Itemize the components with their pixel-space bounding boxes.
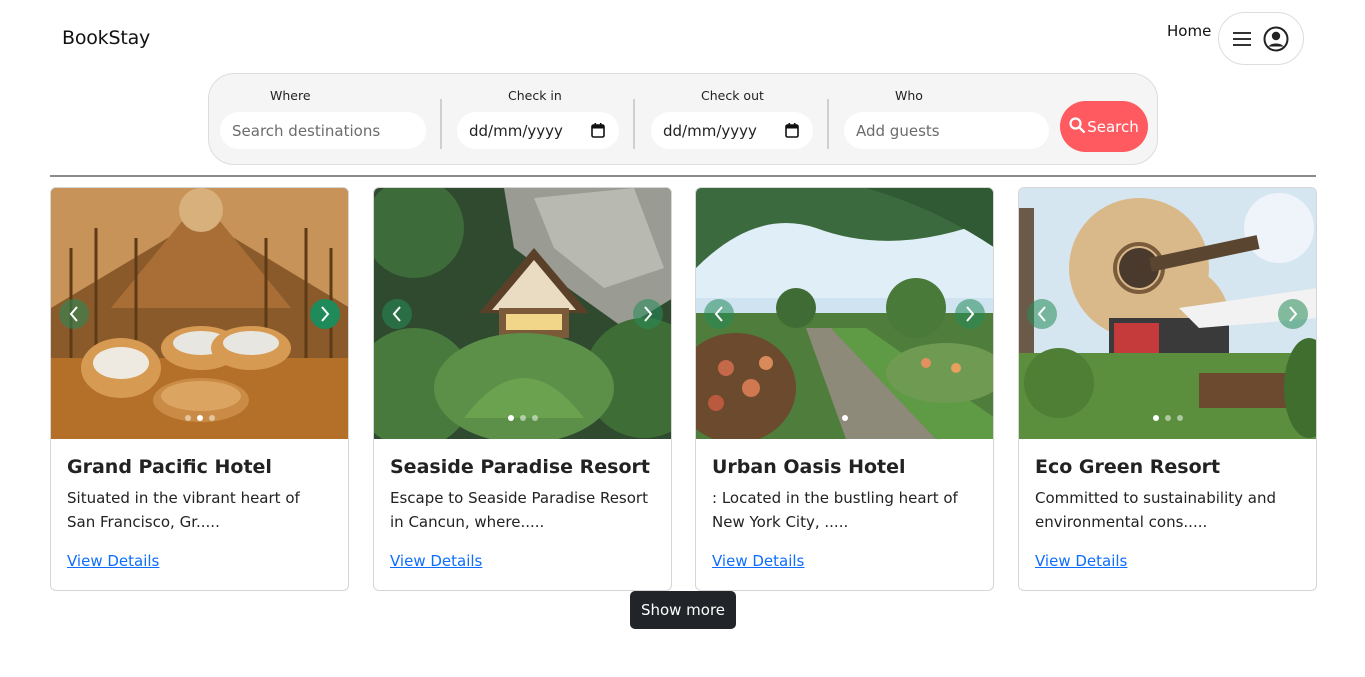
hotel-title: Eco Green Resort xyxy=(1035,456,1221,478)
carousel-next-button[interactable] xyxy=(633,299,663,329)
carousel-prev-button[interactable] xyxy=(382,299,412,329)
hotel-image xyxy=(374,188,671,439)
carousel-dot[interactable] xyxy=(196,415,203,421)
hotel-title: Urban Oasis Hotel xyxy=(712,456,906,478)
search-button-label: Search xyxy=(1087,117,1139,136)
checkout-input[interactable]: dd/mm/yyyy xyxy=(651,112,813,149)
calendar-icon[interactable] xyxy=(785,123,799,142)
checkin-field: Check in dd/mm/yyyy xyxy=(457,74,619,166)
carousel-dot[interactable] xyxy=(1164,415,1171,421)
who-label: Who xyxy=(895,88,923,103)
who-input[interactable]: Add guests xyxy=(844,112,1049,149)
section-divider xyxy=(50,175,1316,177)
checkin-label: Check in xyxy=(508,88,562,103)
where-field: Where Search destinations xyxy=(220,74,426,166)
hotel-description: : Located in the bustling heart of New Y… xyxy=(712,489,958,531)
search-icon xyxy=(1069,116,1086,137)
hotel-title: Seaside Paradise Resort xyxy=(390,456,650,478)
checkout-field: Check out dd/mm/yyyy xyxy=(651,74,813,166)
hotel-card: Eco Green Resort Committed to sustainabi… xyxy=(1018,187,1317,591)
who-field: Who Add guests xyxy=(844,74,1049,166)
show-more-button[interactable]: Show more xyxy=(630,591,736,629)
where-label: Where xyxy=(270,88,311,103)
hamburger-icon xyxy=(1233,31,1251,46)
nav-home-link[interactable]: Home xyxy=(1167,22,1211,40)
view-details-link[interactable]: View Details xyxy=(712,552,804,570)
checkin-input[interactable]: dd/mm/yyyy xyxy=(457,112,619,149)
carousel-dot[interactable] xyxy=(507,415,514,421)
hotel-description: Committed to sustainability and environm… xyxy=(1035,489,1276,531)
carousel-prev-button[interactable] xyxy=(704,299,734,329)
hotel-description: Situated in the vibrant heart of San Fra… xyxy=(67,489,300,531)
checkout-value: dd/mm/yyyy xyxy=(663,121,757,140)
brand-logo[interactable]: BookStay xyxy=(62,27,150,49)
carousel-dot[interactable] xyxy=(531,415,538,421)
carousel-dot[interactable] xyxy=(1152,415,1159,421)
hotel-card: Seaside Paradise Resort Escape to Seasid… xyxy=(373,187,672,591)
carousel-next-button[interactable] xyxy=(310,299,340,329)
carousel-dot[interactable] xyxy=(519,415,526,421)
search-bar: Where Search destinations Check in dd/mm… xyxy=(208,73,1158,165)
where-input[interactable]: Search destinations xyxy=(220,112,426,149)
carousel-indicators xyxy=(374,415,671,421)
carousel-prev-button[interactable] xyxy=(1027,299,1057,329)
view-details-link[interactable]: View Details xyxy=(390,552,482,570)
field-divider xyxy=(440,99,442,149)
carousel-dot[interactable] xyxy=(184,415,191,421)
hotel-description: Escape to Seaside Paradise Resort in Can… xyxy=(390,489,648,531)
checkin-value: dd/mm/yyyy xyxy=(469,121,563,140)
user-circle-icon xyxy=(1263,26,1289,52)
hotel-card: Grand Pacific Hotel Situated in the vibr… xyxy=(50,187,349,591)
user-menu-button[interactable] xyxy=(1218,12,1304,65)
hotel-card: Urban Oasis Hotel : Located in the bustl… xyxy=(695,187,994,591)
calendar-icon[interactable] xyxy=(591,123,605,142)
carousel-next-button[interactable] xyxy=(955,299,985,329)
checkout-label: Check out xyxy=(701,88,764,103)
carousel-prev-button[interactable] xyxy=(59,299,89,329)
search-button[interactable]: Search xyxy=(1060,101,1148,152)
carousel-indicators xyxy=(696,415,993,421)
view-details-link[interactable]: View Details xyxy=(1035,552,1127,570)
carousel-dot[interactable] xyxy=(208,415,215,421)
carousel-indicators xyxy=(1019,415,1316,421)
hotel-image xyxy=(51,188,348,439)
hotel-title: Grand Pacific Hotel xyxy=(67,456,272,478)
carousel-next-button[interactable] xyxy=(1278,299,1308,329)
hotel-image xyxy=(1019,188,1316,439)
field-divider xyxy=(633,99,635,149)
field-divider xyxy=(827,99,829,149)
carousel-dot[interactable] xyxy=(1176,415,1183,421)
hotel-image xyxy=(696,188,993,439)
carousel-indicators xyxy=(51,415,348,421)
view-details-link[interactable]: View Details xyxy=(67,552,159,570)
carousel-dot[interactable] xyxy=(841,415,848,421)
